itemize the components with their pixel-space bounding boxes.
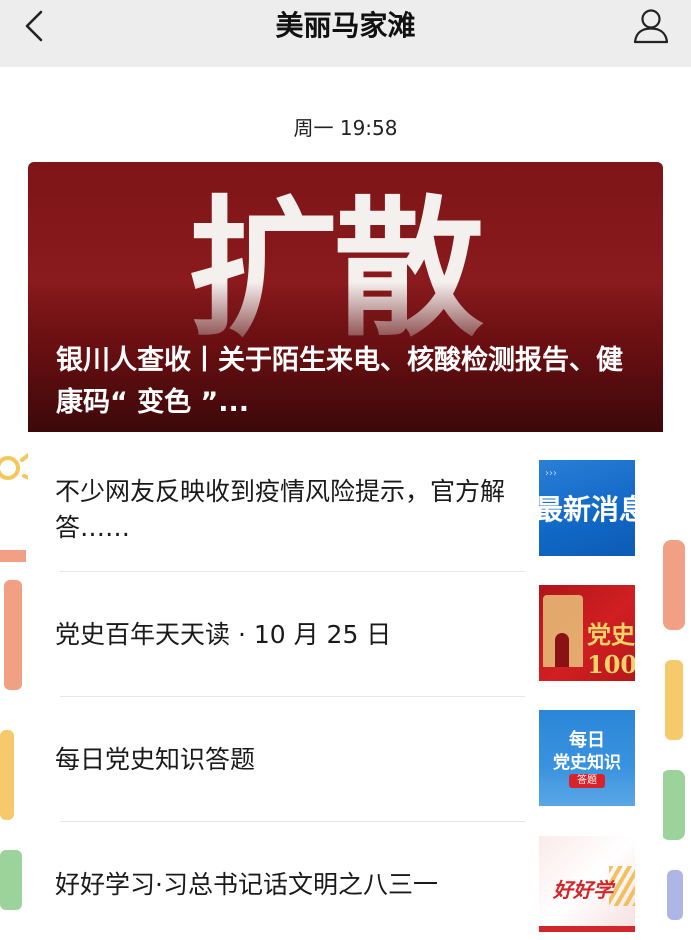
article-item[interactable]: 每日党史知识答题 每日 党史知识 答题 (28, 697, 663, 822)
article-thumbnail: 好好学 (539, 836, 635, 932)
article-thumbnail: 党史100 (539, 585, 635, 681)
hero-article[interactable]: 扩散 银川人查收丨关于陌生来电、核酸检测报告、健康码“ 变色 ”... (28, 162, 663, 432)
article-item-title: 每日党史知识答题 (55, 745, 256, 774)
thumb-bar (539, 926, 635, 932)
top-nav-bar: 美丽马家滩 (0, 0, 691, 67)
page-title: 美丽马家滩 (275, 9, 416, 42)
thumb-caption: 好好学 (553, 878, 613, 902)
thumb-badge: 答题 (569, 774, 605, 788)
article-item[interactable]: 党史百年天天读 · 10 月 25 日 党史100 (28, 572, 663, 697)
article-thumbnail: ››› 最新消息 (539, 460, 635, 556)
article-item-title: 党史百年天天读 · 10 月 25 日 (55, 620, 392, 649)
article-item-title: 不少网友反映收到疫情风险提示，官方解答…… (55, 477, 506, 542)
thumb-caption-line2: 党史知识 (553, 753, 621, 773)
article-item[interactable]: 好好学习·习总书记话文明之八三一 好好学 (28, 822, 663, 940)
thumb-caption: 党史100 (587, 620, 635, 679)
article-item[interactable]: 不少网友反映收到疫情风险提示，官方解答…… ››› 最新消息 (28, 432, 663, 557)
profile-button[interactable] (629, 4, 673, 48)
thumb-decoration: ››› (545, 468, 557, 479)
thumb-door-shape (555, 633, 569, 667)
article-card: 扩散 银川人查收丨关于陌生来电、核酸检测报告、健康码“ 变色 ”... 不少网友… (28, 162, 663, 940)
thumb-caption: 最新消息 (539, 493, 635, 526)
article-thumbnail: 每日 党史知识 答题 (539, 710, 635, 806)
person-icon (633, 9, 669, 44)
article-item-title: 好好学习·习总书记话文明之八三一 (55, 870, 438, 899)
hero-article-title: 银川人查收丨关于陌生来电、核酸检测报告、健康码“ 变色 ”... (56, 345, 623, 418)
message-timestamp: 周一 19:58 (293, 116, 398, 140)
